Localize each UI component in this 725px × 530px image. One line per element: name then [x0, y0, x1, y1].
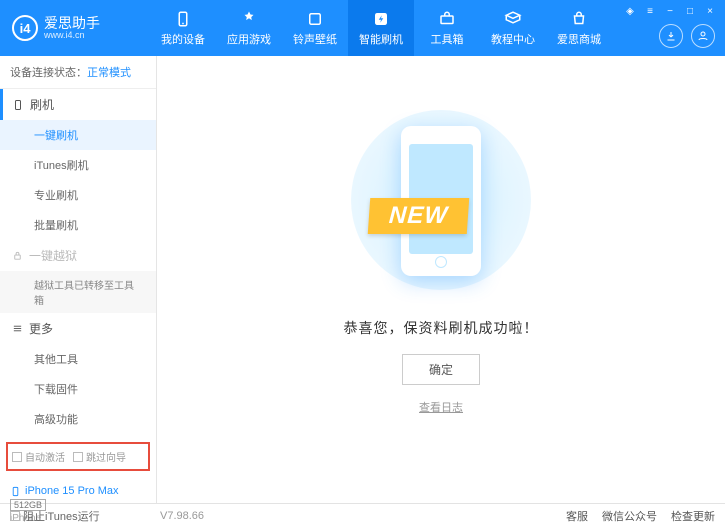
nav-flash[interactable]: 智能刷机	[348, 0, 414, 56]
sidebar-pro-flash[interactable]: 专业刷机	[0, 180, 156, 210]
nav-mall[interactable]: 爱思商城	[546, 0, 612, 56]
success-message: 恭喜您，保资料刷机成功啦！	[344, 318, 539, 338]
nav-apps[interactable]: 应用游戏	[216, 0, 282, 56]
flash-icon	[372, 10, 390, 28]
user-button[interactable]	[691, 24, 715, 48]
sidebar-jailbreak-head: 一键越狱	[0, 240, 156, 271]
lock-icon	[12, 250, 23, 261]
footer-wechat[interactable]: 微信公众号	[602, 508, 657, 524]
mall-icon	[570, 10, 588, 28]
logo-area: i4 爱思助手 www.i4.cn	[0, 15, 150, 41]
ringtone-icon	[306, 10, 324, 28]
sidebar-more-head[interactable]: 更多	[0, 313, 156, 344]
logo-icon: i4	[12, 15, 38, 41]
logo-text: 爱思助手 www.i4.cn	[44, 16, 100, 40]
skin-icon[interactable]: ◈	[623, 4, 637, 18]
device-icon	[174, 10, 192, 28]
maximize-icon[interactable]: □	[683, 4, 697, 18]
window-controls: ◈ ≡ − □ ×	[623, 4, 717, 18]
menu-icon[interactable]: ≡	[643, 4, 657, 18]
device-name: iPhone 15 Pro Max	[10, 485, 146, 497]
ok-button[interactable]: 确定	[402, 354, 480, 385]
sidebar-flash-head[interactable]: 刷机	[0, 89, 156, 120]
sidebar-onekey-flash[interactable]: 一键刷机	[0, 120, 156, 150]
footer-update[interactable]: 检查更新	[671, 508, 715, 524]
phone-icon	[12, 99, 24, 111]
options-highlight-box: 自动激活 跳过向导	[6, 442, 150, 471]
download-button[interactable]	[659, 24, 683, 48]
titlebar: i4 爱思助手 www.i4.cn 我的设备 应用游戏 铃声壁纸 智能刷机 工具…	[0, 0, 725, 56]
close-icon[interactable]: ×	[703, 4, 717, 18]
list-icon	[12, 323, 23, 334]
skip-guide-checkbox[interactable]: 跳过向导	[73, 449, 126, 464]
success-illustration: NEW	[341, 100, 541, 300]
version-label: V7.98.66	[160, 510, 204, 522]
connection-status: 设备连接状态：正常模式	[0, 56, 156, 89]
tutorial-icon	[504, 10, 522, 28]
nav-toolbox[interactable]: 工具箱	[414, 0, 480, 56]
new-ribbon: NEW	[368, 198, 470, 234]
phone-small-icon	[10, 486, 21, 497]
auto-activate-checkbox[interactable]: 自动激活	[12, 449, 65, 464]
minimize-icon[interactable]: −	[663, 4, 677, 18]
sidebar-advanced[interactable]: 高级功能	[0, 404, 156, 434]
block-itunes-checkbox[interactable]: 阻止iTunes运行	[10, 508, 100, 524]
app-name: 爱思助手	[44, 16, 100, 30]
sidebar-itunes-flash[interactable]: iTunes刷机	[0, 150, 156, 180]
nav-ringtone[interactable]: 铃声壁纸	[282, 0, 348, 56]
nav-tutorial[interactable]: 教程中心	[480, 0, 546, 56]
nav-my-device[interactable]: 我的设备	[150, 0, 216, 56]
app-url: www.i4.cn	[44, 30, 100, 40]
view-log-link[interactable]: 查看日志	[419, 399, 463, 415]
sidebar-other-tools[interactable]: 其他工具	[0, 344, 156, 374]
sidebar: 设备连接状态：正常模式 刷机 一键刷机 iTunes刷机 专业刷机 批量刷机 一…	[0, 56, 157, 503]
main-content: NEW 恭喜您，保资料刷机成功啦！ 确定 查看日志	[157, 56, 725, 503]
sidebar-batch-flash[interactable]: 批量刷机	[0, 210, 156, 240]
footer-right: 客服 微信公众号 检查更新	[566, 508, 715, 524]
sidebar-jailbreak-note: 越狱工具已转移至工具箱	[0, 271, 156, 313]
header-circle-buttons	[659, 24, 715, 48]
apps-icon	[240, 10, 258, 28]
footer-left: 阻止iTunes运行	[10, 508, 100, 524]
sidebar-download-fw[interactable]: 下载固件	[0, 374, 156, 404]
footer-support[interactable]: 客服	[566, 508, 588, 524]
toolbox-icon	[438, 10, 456, 28]
